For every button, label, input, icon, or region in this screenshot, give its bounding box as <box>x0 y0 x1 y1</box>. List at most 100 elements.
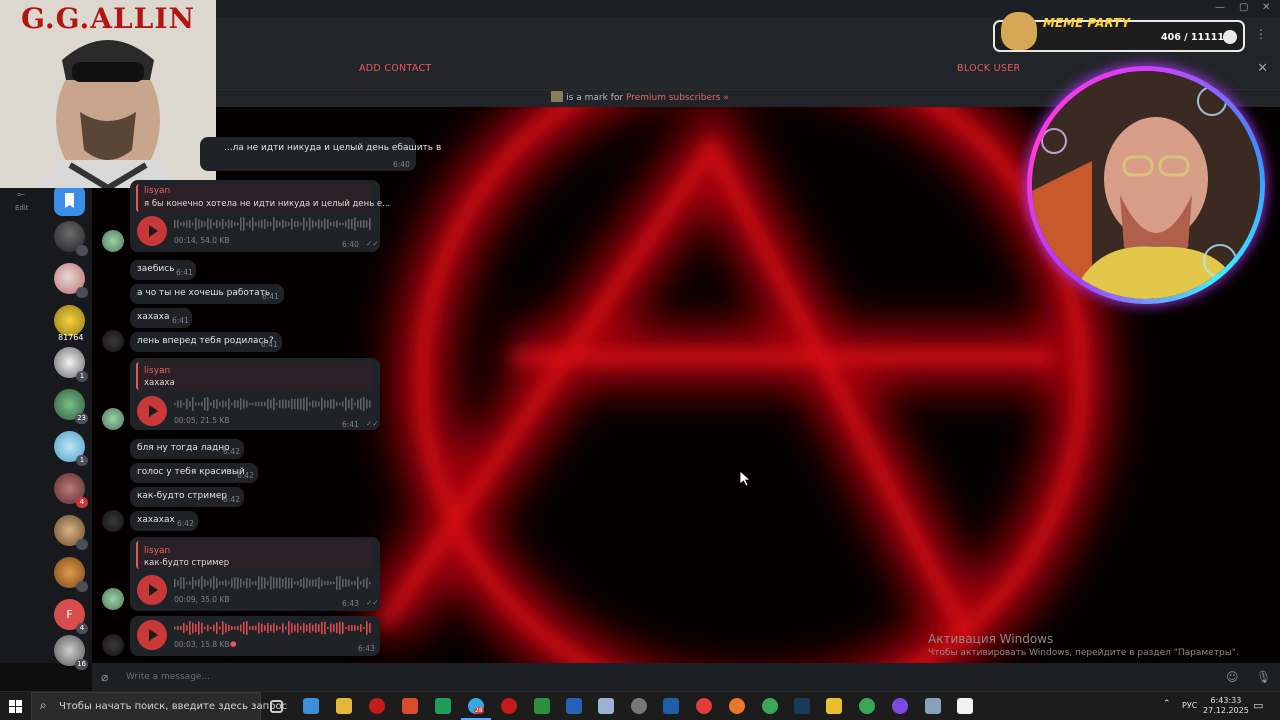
doge-icon <box>1001 12 1037 50</box>
premium-link[interactable]: Premium subscribers » <box>626 93 729 103</box>
opera-gx-icon[interactable] <box>501 698 517 714</box>
unread-count: 23 <box>75 413 88 424</box>
app-icon[interactable] <box>631 698 647 714</box>
more-menu-icon[interactable]: ⋮ <box>1255 27 1267 41</box>
saved-messages-icon[interactable] <box>54 185 85 216</box>
opera-icon[interactable] <box>369 698 385 714</box>
voice-waveform[interactable] <box>174 396 374 412</box>
task-view-icon[interactable] <box>270 700 283 713</box>
app-icon[interactable] <box>925 698 941 714</box>
message-bubble: хахахах 6:42 <box>130 511 198 531</box>
message-bubble: голос у тебя красивый 6:42 <box>130 463 258 483</box>
unplayed-dot-icon: ● <box>230 639 237 648</box>
message-bubble: хахаха 6:41 <box>130 308 192 328</box>
yandex-icon[interactable] <box>696 698 712 714</box>
chat-item-avatar[interactable] <box>54 557 88 592</box>
windows-taskbar: ⌕ Чтобы начать поиск, введите здесь запр… <box>0 691 1280 720</box>
voice-message: lisyan я бы конечно хотела не идти никуд… <box>130 180 390 252</box>
app-icon[interactable] <box>303 698 319 714</box>
minimize-icon[interactable]: — <box>1215 2 1225 13</box>
play-button[interactable] <box>137 575 167 605</box>
voice-message: lisyan как-будто стример 00:09, 35.0 KB … <box>130 537 380 611</box>
chrome-icon[interactable] <box>762 698 778 714</box>
voice-waveform[interactable] <box>174 216 374 232</box>
emoji-icon[interactable]: ☺ <box>1226 670 1239 684</box>
coin-icon <box>1223 30 1237 44</box>
firefox-icon[interactable] <box>729 698 745 714</box>
app-icon[interactable] <box>826 698 842 714</box>
unread-count: 16 <box>75 659 88 670</box>
voice-message: 00:03, 15.8 KB ● 6:43 <box>130 616 380 656</box>
clock[interactable]: 6:43:33 27.12.2025 <box>1203 696 1249 716</box>
chat-item-avatar[interactable]: 23 <box>54 389 88 424</box>
overlay-counter: 406 / 111111 <box>1161 32 1231 43</box>
unread-count: 1 <box>76 455 88 466</box>
message-bubble: заебись 6:41 <box>130 260 196 280</box>
play-button[interactable] <box>137 396 167 426</box>
close-icon[interactable]: ✕ <box>1262 2 1270 13</box>
chat-item-avatar[interactable] <box>54 221 88 256</box>
telegram-badge: 28 <box>474 707 484 714</box>
sender-avatar[interactable] <box>102 330 124 352</box>
maximize-icon[interactable]: ▢ <box>1239 2 1248 13</box>
mouse-cursor-icon <box>740 471 752 487</box>
notifications-icon[interactable]: ▭ <box>1253 699 1263 712</box>
windows-start-icon[interactable] <box>9 700 22 713</box>
sender-avatar[interactable] <box>102 634 124 656</box>
chat-item-avatar[interactable]: F4 <box>54 599 88 634</box>
sender-avatar[interactable] <box>102 510 124 532</box>
chat-item-avatar[interactable]: 1 <box>54 347 88 382</box>
notice-text: is a mark for <box>566 93 624 103</box>
search-input[interactable]: Чтобы начать поиск, введите здесь запрос <box>59 701 287 712</box>
sender-avatar[interactable] <box>102 588 124 610</box>
unread-count: 4 <box>76 497 88 508</box>
chat-item-avatar[interactable]: 4 <box>54 473 88 508</box>
chat-list: 81764 1 23 1 4 F4 16 <box>48 185 92 670</box>
chat-item-avatar[interactable]: 1 <box>54 431 88 466</box>
add-contact-button[interactable]: ADD CONTACT <box>359 63 432 74</box>
chat-item-avatar[interactable]: 81764 <box>54 305 85 342</box>
tray-expand-icon[interactable]: ⌃ <box>1163 699 1171 709</box>
edit-folders-icon[interactable]: ⟜ <box>17 189 25 200</box>
webcam-feed <box>1032 71 1260 299</box>
poster-title: G.G.ALLIN <box>20 2 196 35</box>
voice-waveform[interactable] <box>174 620 374 636</box>
word-icon[interactable] <box>566 698 582 714</box>
voice-waveform[interactable] <box>174 575 374 591</box>
clock-date: 27.12.2025 <box>1203 706 1249 715</box>
app-icon[interactable] <box>402 698 418 714</box>
chat-item-avatar[interactable] <box>54 263 88 298</box>
chat-item-avatar[interactable]: 16 <box>54 635 88 670</box>
telegram-icon[interactable]: 28 <box>461 698 491 720</box>
edit-label[interactable]: Edit <box>15 204 29 212</box>
file-explorer-icon[interactable] <box>336 698 352 714</box>
photoshop-icon[interactable] <box>663 698 679 714</box>
language-indicator[interactable]: РУС <box>1182 701 1197 710</box>
block-user-button[interactable]: BLOCK USER <box>957 63 1020 74</box>
taskbar-search[interactable]: ⌕ Чтобы начать поиск, введите здесь запр… <box>31 692 287 720</box>
app-icon[interactable] <box>892 698 908 714</box>
overlay-title: MEME PARTY <box>1043 16 1131 30</box>
message-composer: ⌀ Write a message... ☺ 🎙 <box>92 663 1280 691</box>
message-input[interactable]: Write a message... <box>126 672 210 682</box>
search-icon: ⌕ <box>40 698 47 712</box>
microphone-icon[interactable]: 🎙 <box>1256 670 1271 684</box>
message-bubble: ...ла не идти никуда и целый день ебашит… <box>200 137 441 171</box>
sender-avatar[interactable] <box>102 408 124 430</box>
unread-count: 4 <box>76 623 88 634</box>
sender-avatar[interactable] <box>102 230 124 252</box>
read-checkmarks-icon: ✓✓ <box>366 598 379 607</box>
play-button[interactable] <box>137 216 167 246</box>
chrome-icon[interactable] <box>859 698 875 714</box>
app-icon[interactable] <box>435 698 451 714</box>
read-checkmarks-icon: ✓✓ <box>366 419 379 428</box>
app-icon[interactable] <box>534 698 550 714</box>
app-icon[interactable] <box>598 698 614 714</box>
play-button[interactable] <box>137 620 167 650</box>
capcut-icon[interactable] <box>957 698 973 714</box>
attach-icon[interactable]: ⌀ <box>101 670 108 684</box>
premium-emoji-icon <box>551 91 564 102</box>
steam-icon[interactable] <box>794 698 810 714</box>
chat-item-avatar[interactable] <box>54 515 88 550</box>
clock-time: 6:43:33 <box>1210 696 1242 705</box>
